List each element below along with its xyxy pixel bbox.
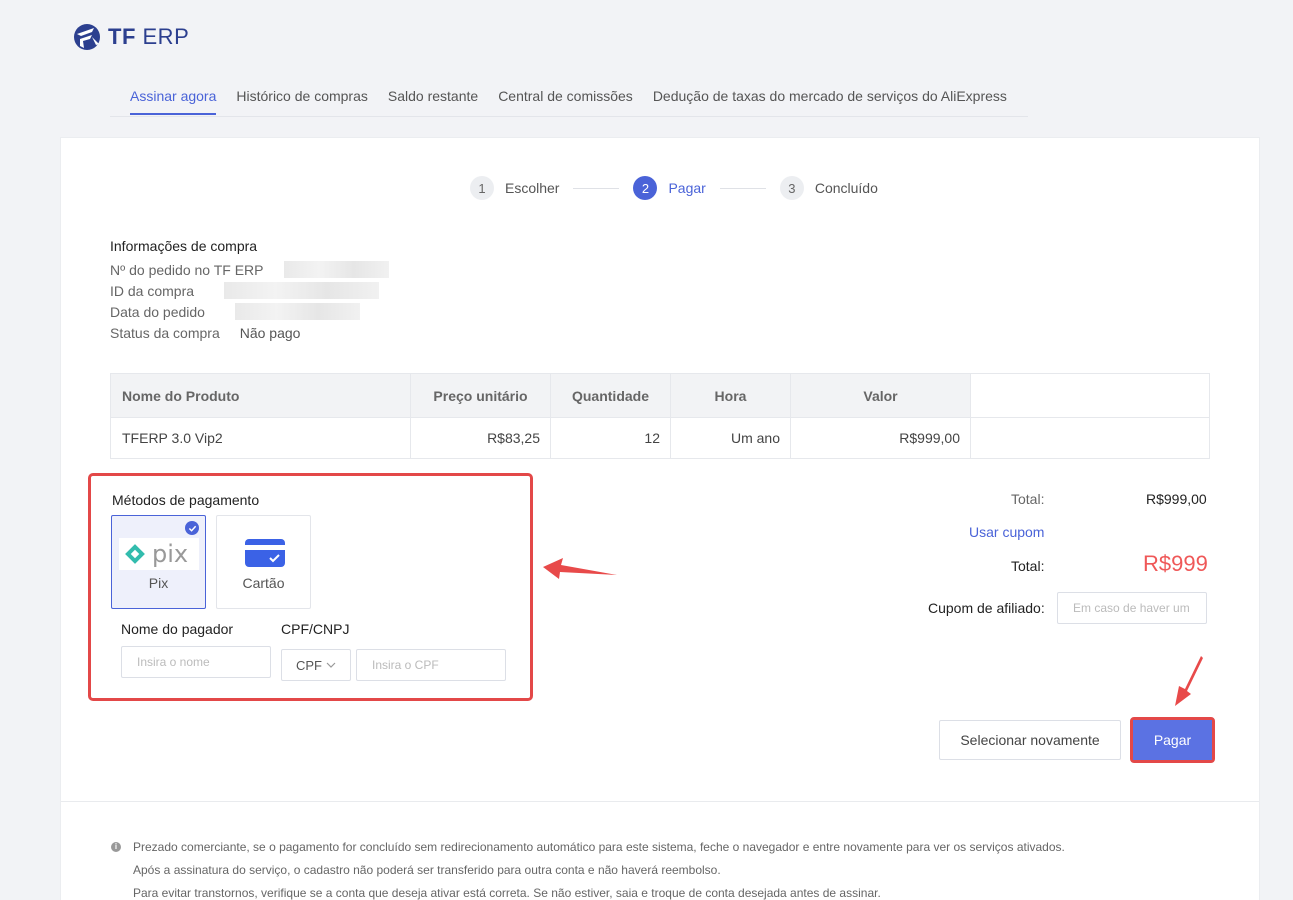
payment-method-card[interactable]: Cartão	[216, 515, 311, 609]
step-number: 2	[633, 176, 658, 200]
credit-card-icon	[245, 539, 285, 567]
pay-button[interactable]: Pagar	[1133, 720, 1212, 760]
step-done: 3 Concluído	[779, 176, 878, 200]
product-table: Nome do Produto Preço unitário Quantidad…	[110, 373, 1210, 459]
payment-methods-title: Métodos de pagamento	[112, 492, 260, 508]
step-label: Pagar	[668, 180, 706, 196]
step-number: 1	[470, 176, 494, 200]
checkout-steps: 1 Escolher 2 Pagar 3 Concluído	[470, 176, 878, 200]
chevron-down-icon	[326, 662, 336, 668]
annotation-arrow-icon	[543, 558, 617, 579]
pix-logo-text: pix	[152, 540, 189, 568]
status-row: Status da compra Não pago	[110, 322, 389, 343]
column-header: Nome do Produto	[110, 373, 411, 418]
empty-cell	[970, 417, 1210, 459]
unit-price-cell: R$83,25	[410, 417, 551, 459]
payment-method-label: Cartão	[242, 575, 285, 591]
payment-method-pix[interactable]: pix Pix	[111, 515, 206, 609]
annotation-arrow-icon	[1175, 656, 1203, 706]
tf-logo-icon	[74, 24, 100, 50]
use-coupon-link[interactable]: Usar cupom	[969, 524, 1044, 540]
purchase-info: Informações de compra Nº do pedido no TF…	[110, 238, 389, 343]
notice-list: i Prezado comerciante, se o pagamento fo…	[111, 835, 1065, 900]
order-date-row: Data do pedido	[110, 301, 389, 322]
status-label: Status da compra	[110, 324, 220, 341]
payment-method-label: Pix	[148, 575, 169, 591]
tab-purchase-history[interactable]: Histórico de compras	[226, 76, 378, 117]
purchase-info-title: Informações de compra	[110, 238, 258, 254]
payer-name-label: Nome do pagador	[121, 621, 234, 637]
cpf-cnpj-label: CPF/CNPJ	[281, 621, 350, 637]
step-connector	[719, 187, 766, 189]
step-label: Escolher	[505, 180, 560, 196]
check-icon	[185, 521, 199, 535]
notice-item: i Prezado comerciante, se o pagamento fo…	[111, 835, 1065, 858]
payment-methods-section: Métodos de pagamento pix Pix Cartão Nome…	[88, 473, 533, 701]
table-header-row: Nome do Produto Preço unitário Quantidad…	[110, 373, 1210, 418]
subtotal-value: R$999,00	[1146, 491, 1207, 507]
step-connector	[573, 187, 620, 189]
payer-name-input[interactable]: Insira o nome	[121, 646, 271, 678]
column-header: Hora	[670, 373, 791, 418]
affiliate-coupon-label: Cupom de afiliado:	[928, 600, 1045, 616]
step-choose: 1 Escolher	[470, 176, 559, 200]
tab-remaining-balance[interactable]: Saldo restante	[378, 76, 488, 117]
info-icon: i	[111, 841, 121, 852]
checkout-card: 1 Escolher 2 Pagar 3 Concluído Informaçõ…	[60, 137, 1260, 900]
empty-cell	[970, 373, 1210, 418]
subtotal-label: Total:	[1011, 491, 1045, 507]
pay-button-highlight: Pagar	[1130, 717, 1215, 763]
document-type-value: CPF	[296, 657, 322, 673]
step-label: Concluído	[814, 180, 878, 196]
column-header: Preço unitário	[410, 373, 551, 418]
status-value: Não pago	[239, 324, 301, 341]
tab-commission-center[interactable]: Central de comissões	[488, 76, 643, 117]
step-number: 3	[779, 176, 804, 200]
cpf-input[interactable]: Insira o CPF	[356, 649, 506, 681]
divider	[61, 801, 1259, 802]
redacted-value	[283, 261, 389, 278]
tab-subscribe-now[interactable]: Assinar agora	[110, 76, 226, 117]
redacted-value	[224, 282, 380, 299]
purchase-id-label: ID da compra	[110, 282, 195, 299]
column-header: Quantidade	[550, 373, 671, 418]
total-label: Total:	[1011, 558, 1045, 574]
duration-cell: Um ano	[670, 417, 791, 459]
brand-logo: TF ERP	[72, 22, 189, 52]
order-number-row: Nº do pedido no TF ERP	[110, 259, 389, 280]
affiliate-coupon-input[interactable]: Em caso de haver um	[1057, 592, 1207, 624]
total-value: R$999	[1143, 551, 1208, 576]
order-number-label: Nº do pedido no TF ERP	[110, 261, 264, 278]
document-type-select[interactable]: CPF	[281, 649, 351, 681]
tab-aliexpress-fee-deduction[interactable]: Dedução de taxas do mercado de serviços …	[643, 76, 1017, 117]
pix-icon: pix	[119, 538, 199, 570]
notice-item: Após a assinatura do serviço, o cadastro…	[133, 862, 721, 877]
step-pay: 2 Pagar	[633, 176, 706, 200]
notice-item: Para evitar transtornos, verifique se a …	[133, 885, 881, 900]
quantity-cell: 12	[550, 417, 671, 459]
amount-cell: R$999,00	[790, 417, 971, 459]
brand-name: TF ERP	[108, 24, 190, 49]
purchase-id-row: ID da compra	[110, 280, 389, 301]
table-row: TFERP 3.0 Vip2 R$83,25 12 Um ano R$999,0…	[110, 417, 1210, 459]
top-tabs: Assinar agora Histórico de compras Saldo…	[110, 76, 1028, 117]
reselect-button[interactable]: Selecionar novamente	[939, 720, 1121, 760]
redacted-value	[234, 303, 360, 320]
order-date-label: Data do pedido	[110, 303, 205, 320]
column-header: Valor	[790, 373, 971, 418]
product-name-cell: TFERP 3.0 Vip2	[110, 417, 411, 459]
